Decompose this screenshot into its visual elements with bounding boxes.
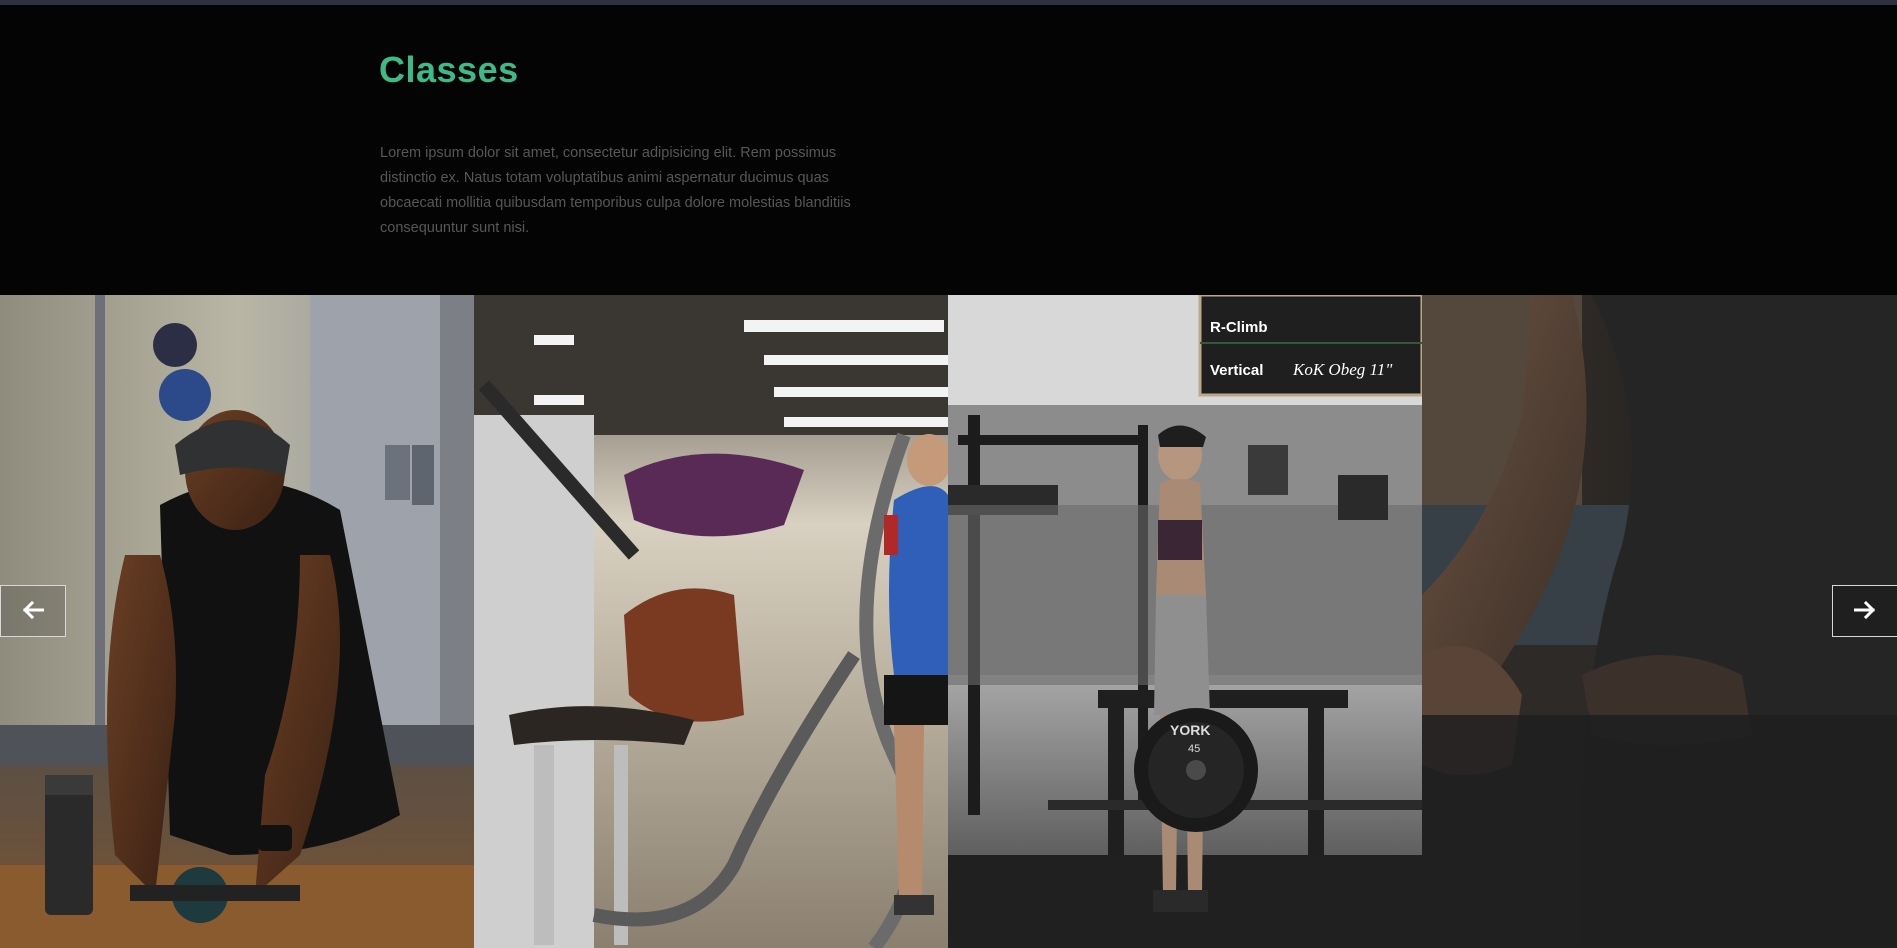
chalkboard-line-3: KoK Obeg 11" — [1292, 360, 1393, 379]
section-title: Classes — [379, 49, 519, 90]
section-description: Lorem ipsum dolor sit amet, consectetur … — [380, 145, 851, 236]
carousel-prev-button[interactable] — [0, 585, 66, 637]
arrow-right-icon — [1853, 596, 1876, 626]
photo-man-ab-roller — [0, 295, 474, 948]
chalkboard-line-1: R-Climb — [1210, 319, 1268, 336]
plate-brand-text: YORK — [1170, 722, 1210, 738]
gallery-image-person-dark-closeup[interactable] — [1422, 295, 1897, 948]
arrow-left-icon — [22, 596, 45, 626]
plate-weight-text: 45 — [1188, 743, 1200, 755]
photo-woman-holding-plate: R-Climb Vertical KoK Obeg 11" YORK 45 — [948, 295, 1422, 948]
carousel-next-button[interactable] — [1832, 585, 1897, 637]
photo-man-battle-ropes — [474, 295, 948, 948]
classes-gallery: R-Climb Vertical KoK Obeg 11" YORK 45 — [0, 295, 1897, 948]
gallery-image-man-battle-ropes[interactable] — [474, 295, 948, 948]
classes-header: Classes Lorem ipsum dolor sit amet, cons… — [0, 5, 1897, 295]
chalkboard-line-2: Vertical — [1210, 362, 1263, 379]
gallery-image-woman-holding-plate[interactable]: R-Climb Vertical KoK Obeg 11" YORK 45 — [948, 295, 1422, 948]
gallery-image-man-ab-roller[interactable] — [0, 295, 474, 948]
photo-person-dark-closeup — [1422, 295, 1897, 948]
